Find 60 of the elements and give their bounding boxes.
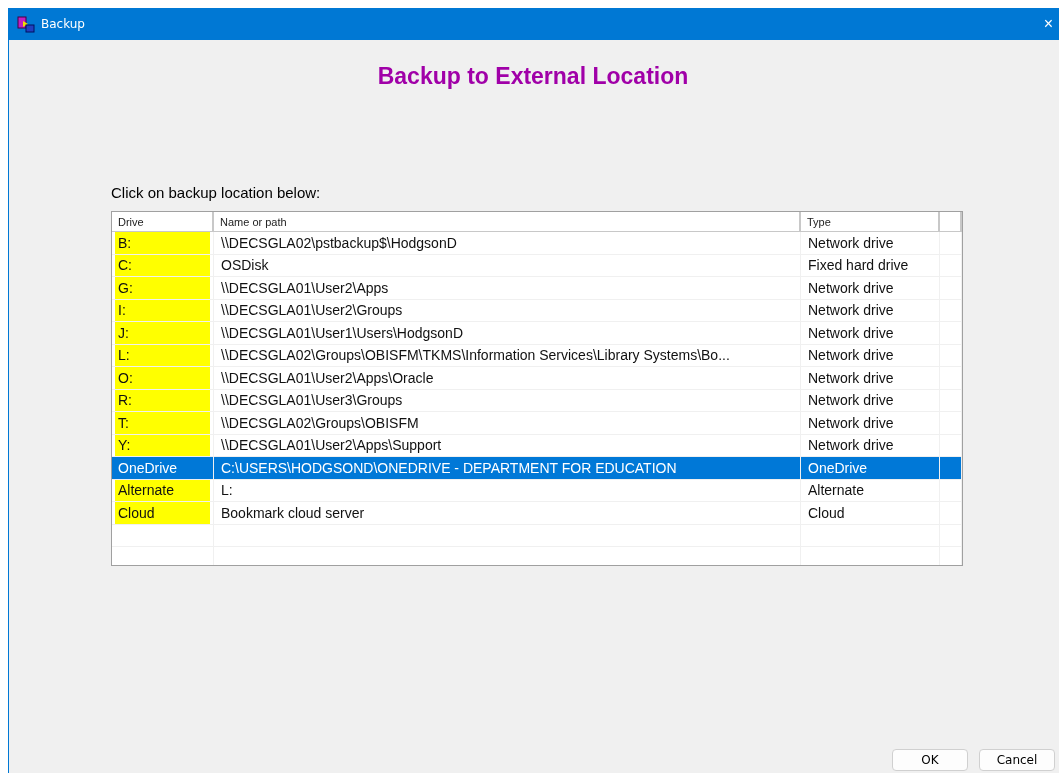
path-cell: \\DECSGLA01\User3\Groups [214, 389, 801, 411]
drive-cell: Cloud [115, 502, 210, 524]
table-row[interactable]: C: OSDisk Fixed hard drive [112, 254, 962, 277]
column-header[interactable]: Type [801, 212, 940, 231]
type-cell: Alternate [801, 479, 940, 501]
table-row[interactable]: OneDrive C:\USERS\HODGSOND\ONEDRIVE - DEPARTMENT FOR EDUCATION OneDrive [112, 457, 962, 480]
type-cell: Fixed hard drive [801, 254, 940, 276]
column-header[interactable]: Name or path [214, 212, 801, 231]
table-row[interactable]: L: \\DECSGLA02\Groups\OBISFM\TKMS\Information Services\Library Systems\Bo... Network drive [112, 344, 962, 367]
path-cell: \\DECSGLA02\Groups\OBISFM\TKMS\Information Services\Library Systems\Bo... [214, 344, 801, 366]
path-cell: Bookmark cloud server [214, 502, 801, 524]
type-cell: Network drive [801, 277, 940, 299]
type-cell: Network drive [801, 367, 940, 389]
path-cell: OSDisk [214, 254, 801, 276]
path-cell: \\DECSGLA01\User2\Groups [214, 299, 801, 321]
type-cell: Network drive [801, 232, 940, 254]
drive-cell: Y: [115, 434, 210, 456]
ok-button[interactable]: OK [892, 749, 968, 771]
instruction-text: Click on backup location below: [111, 184, 321, 201]
type-cell: Network drive [801, 344, 940, 366]
drive-cell-text: OneDrive [117, 458, 179, 478]
table-row[interactable]: R: \\DECSGLA01\User3\Groups Network drive [112, 389, 962, 412]
path-cell: \\DECSGLA01\User2\Apps\Oracle [214, 367, 801, 389]
table-row[interactable]: Cloud Bookmark cloud server Cloud [112, 502, 962, 525]
table-row[interactable]: O: \\DECSGLA01\User2\Apps\Oracle Network drive [112, 367, 962, 390]
path-cell: \\DECSGLA02\Groups\OBISFM [214, 412, 801, 434]
table-row[interactable]: T: \\DECSGLA02\Groups\OBISFM Network drive [112, 412, 962, 435]
drive-cell: B: [115, 232, 210, 254]
table-row[interactable]: J: \\DECSGLA01\User1\Users\HodgsonD Network drive [112, 322, 962, 345]
type-cell: OneDrive [801, 457, 940, 479]
drive-cell: J: [115, 322, 210, 344]
type-cell: Network drive [801, 389, 940, 411]
table-row[interactable]: B: \\DECSGLA02\pstbackup$\HodgsonD Network drive [112, 232, 962, 255]
type-cell: Network drive [801, 299, 940, 321]
path-cell: \\DECSGLA01\User2\Apps\Support [214, 434, 801, 456]
cancel-button[interactable]: Cancel [979, 749, 1055, 771]
backup-app-icon [17, 15, 35, 33]
drive-cell: T: [115, 412, 210, 434]
type-cell: Network drive [801, 412, 940, 434]
path-cell: C:\USERS\HODGSOND\ONEDRIVE - DEPARTMENT FOR EDUCATION [214, 457, 801, 479]
drive-cell: G: [115, 277, 210, 299]
table-row[interactable]: G: \\DECSGLA01\User2\Apps Network drive [112, 277, 962, 300]
path-cell: \\DECSGLA01\User1\Users\HodgsonD [214, 322, 801, 344]
drive-cell: L: [115, 344, 210, 366]
type-cell: Network drive [801, 434, 940, 456]
table-row[interactable]: Alternate L: Alternate [112, 479, 962, 502]
drive-cell: R: [115, 389, 210, 411]
path-cell: L: [214, 479, 801, 501]
dialog-heading: Backup to External Location [377, 63, 689, 90]
table-row[interactable]: I: \\DECSGLA01\User2\Groups Network drive [112, 299, 962, 322]
path-cell: \\DECSGLA01\User2\Apps [214, 277, 801, 299]
path-cell: \\DECSGLA02\pstbackup$\HodgsonD [214, 232, 801, 254]
window-title: Backup [41, 17, 85, 31]
type-cell: Cloud [801, 502, 940, 524]
type-cell: Network drive [801, 322, 940, 344]
drive-cell: C: [115, 254, 210, 276]
drive-cell: I: [115, 299, 210, 321]
drive-cell: O: [115, 367, 210, 389]
close-button[interactable]: × [1043, 15, 1053, 33]
drive-cell: Alternate [115, 479, 210, 501]
